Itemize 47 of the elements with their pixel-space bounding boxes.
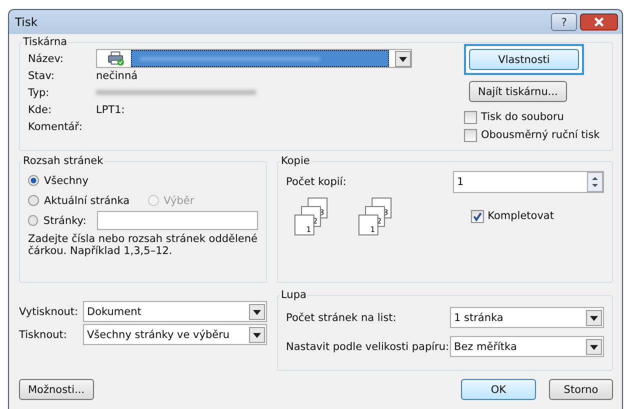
radio-button[interactable]: [28, 175, 39, 186]
dialog-button[interactable]: Storno: [549, 379, 613, 400]
dialog-button[interactable]: OK: [461, 379, 536, 400]
checkbox-label: Tisk do souboru: [481, 111, 564, 123]
field-value: nečinná: [96, 70, 139, 82]
field-label: Počet kopií:: [286, 176, 346, 188]
close-icon[interactable]: [580, 13, 618, 31]
pages-input-field[interactable]: [97, 211, 258, 230]
group-title: Tiskárna: [22, 36, 68, 48]
spin-arrows-icon[interactable]: [587, 172, 603, 192]
field-label: Tisknout:: [19, 328, 68, 340]
checkbox[interactable]: [464, 128, 477, 142]
checkbox-label: Kompletovat: [488, 210, 554, 222]
copies-spin-field[interactable]: 1: [453, 171, 604, 193]
radio-label: Aktuální stránka: [44, 194, 130, 206]
printer-icon: [107, 51, 125, 66]
help-button[interactable]: ?: [551, 13, 577, 31]
dialog-button[interactable]: Možnosti...: [19, 379, 94, 400]
checkbox[interactable]: [470, 210, 484, 222]
group-title: Kopie: [280, 155, 311, 167]
dropdown-field[interactable]: 1 stránka: [450, 307, 604, 328]
dropdown-field[interactable]: Dokument: [83, 301, 267, 322]
window-title: Tisk: [15, 15, 38, 29]
radio-label: Všechny: [44, 174, 88, 186]
dialog-button[interactable]: Najít tiskárnu...: [469, 81, 567, 102]
radio-label: Výběr: [164, 194, 194, 206]
radio-label: Stránky:: [43, 214, 86, 226]
field-label: Počet stránek na list:: [286, 312, 398, 324]
field-value: LPT1:: [96, 104, 126, 116]
dropdown-field[interactable]: Bez měřítka: [450, 336, 604, 357]
hint-text: Zadejte čísla nebo rozsah stránek oddělené čárkou. Například 1,3,5–12.: [28, 233, 258, 257]
dialog-button[interactable]: Vlastnosti: [469, 49, 579, 70]
field-label: Název:: [28, 52, 64, 64]
checkbox-label: Obousměrný ruční tisk: [481, 129, 600, 141]
checkbox[interactable]: [464, 110, 477, 124]
group-title: Lupa: [280, 289, 308, 301]
field-label: Vytisknout:: [19, 306, 80, 318]
radio-button[interactable]: [28, 215, 38, 226]
field-label: Stav:: [28, 70, 56, 82]
printer-select[interactable]: [96, 49, 412, 68]
radio-button[interactable]: [28, 195, 39, 206]
field-label: Typ:: [28, 86, 50, 98]
group-title: Rozsah stránek: [22, 155, 104, 167]
field-label: Komentář:: [28, 120, 84, 132]
dropdown-field[interactable]: Všechny stránky ve výběru: [83, 324, 267, 345]
field-label: Nastavit podle velikosti papíru:: [286, 340, 450, 352]
field-label: Kde:: [28, 104, 53, 116]
